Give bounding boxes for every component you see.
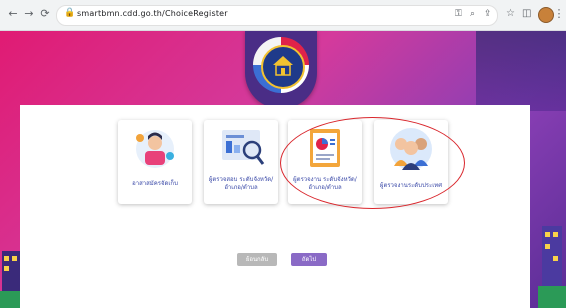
key-icon[interactable]: ⚿	[455, 9, 462, 19]
zoom-icon[interactable]: ⌕	[470, 9, 475, 19]
volunteer-illustration-icon	[130, 126, 180, 172]
decor-building-right	[538, 216, 566, 308]
browser-toolbar: ← → ⟳ 🔒 smartbmn.cdd.go.th/ChoiceRegiste…	[0, 0, 566, 31]
url-text: smartbmn.cdd.go.th/ChoiceRegister	[77, 9, 228, 18]
role-selection-panel: อาสาสมัครจัดเก็บ ผู้ตรวจสอบ ระดับจังหวัด…	[20, 105, 530, 308]
next-button[interactable]: ถัดไป	[291, 253, 327, 266]
back-button[interactable]: ย้อนกลับ	[237, 253, 277, 266]
address-bar[interactable]: 🔒 smartbmn.cdd.go.th/ChoiceRegister ⚿ ⌕ …	[56, 5, 498, 26]
forward-icon[interactable]: →	[22, 7, 36, 21]
role-card-inspector[interactable]: ผู้ตรวจสอบ ระดับจังหวัด/อำเภอ/ตำบล	[204, 120, 278, 204]
role-card-label: ผู้ตรวจสอบ ระดับจังหวัด/อำเภอ/ตำบล	[208, 176, 274, 191]
inspector-illustration-icon	[216, 126, 266, 172]
menu-icon[interactable]: ⋮	[552, 7, 566, 21]
logo-ring	[253, 37, 309, 93]
reload-icon[interactable]: ⟳	[38, 7, 52, 21]
share-icon[interactable]: ⇪	[484, 9, 492, 19]
department-logo	[245, 31, 317, 109]
extension-icon[interactable]: ◫	[522, 8, 531, 19]
role-card-volunteer[interactable]: อาสาสมัครจัดเก็บ	[118, 120, 192, 204]
lock-icon[interactable]: 🔒	[64, 8, 75, 18]
page-background: อาสาสมัครจัดเก็บ ผู้ตรวจสอบ ระดับจังหวัด…	[0, 31, 566, 308]
back-icon[interactable]: ←	[6, 7, 20, 21]
background-fade	[476, 31, 566, 111]
role-card-label: อาสาสมัครจัดเก็บ	[132, 180, 178, 187]
star-icon[interactable]: ☆	[506, 8, 515, 19]
logo-emblem-icon	[261, 45, 305, 89]
highlight-annotation-ellipse	[280, 117, 465, 209]
